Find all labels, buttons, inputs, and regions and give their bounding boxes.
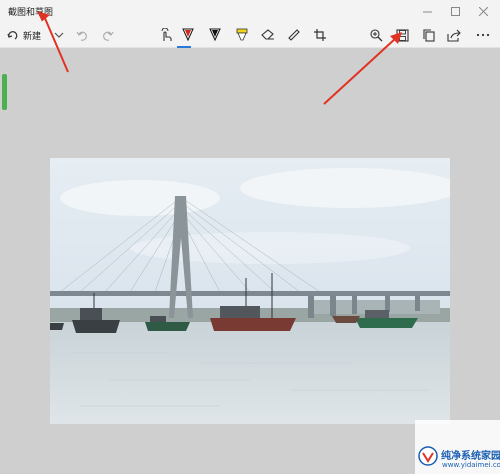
annotation-arrows — [37, 11, 402, 105]
annotation-arrow-title — [43, 15, 69, 73]
watermark-url: www.yidaimei.com — [442, 461, 500, 469]
annotation-arrow-save — [323, 37, 397, 105]
watermark-logo-icon — [418, 446, 438, 466]
watermark-title: 纯净系统家园 — [441, 451, 500, 462]
